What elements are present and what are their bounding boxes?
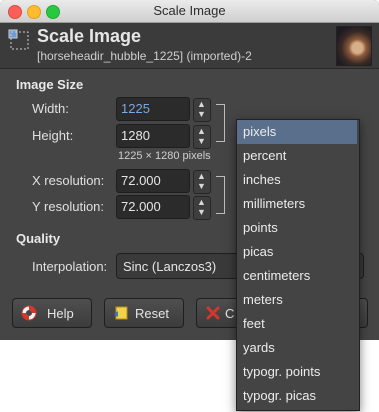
reset-button[interactable]: Reset: [104, 298, 184, 328]
y-resolution-field[interactable]: ▲▼: [116, 195, 211, 220]
up-arrow-icon[interactable]: ▲: [197, 100, 206, 109]
image-size-heading: Image Size: [16, 77, 84, 92]
width-field[interactable]: ▲▼: [116, 97, 211, 122]
image-thumbnail: [336, 26, 372, 66]
chain-link-icon[interactable]: [216, 104, 225, 142]
reset-icon: [114, 306, 128, 320]
interpolation-value: Sinc (Lanczos3): [123, 259, 217, 274]
width-label: Width:: [32, 101, 69, 116]
cancel-icon: [206, 306, 220, 320]
title-bar: Scale Image: [0, 0, 379, 23]
pixel-dimensions: 1225 × 1280 pixels: [118, 150, 211, 162]
height-input[interactable]: [121, 128, 191, 143]
x-resolution-field[interactable]: ▲▼: [116, 169, 211, 194]
unit-option-picas[interactable]: picas: [237, 240, 357, 264]
image-name: [horseheadir_hubble_1225] (imported)-2: [37, 49, 252, 63]
width-stepper[interactable]: ▲ ▼: [193, 98, 211, 122]
unit-option-pixels[interactable]: pixels: [237, 120, 357, 144]
height-label: Height:: [32, 128, 74, 143]
unit-option-millimeters[interactable]: millimeters: [237, 192, 357, 216]
quality-heading: Quality: [16, 231, 61, 246]
down-arrow-icon[interactable]: ▼: [197, 208, 206, 217]
dialog-header: Scale Image [horseheadir_hubble_1225] (i…: [0, 23, 379, 69]
unit-option-meters[interactable]: meters: [237, 288, 357, 312]
up-arrow-icon[interactable]: ▲: [197, 198, 206, 207]
up-arrow-icon[interactable]: ▲: [197, 127, 206, 136]
unit-option-feet[interactable]: feet: [237, 312, 357, 336]
up-arrow-icon[interactable]: ▲: [197, 172, 206, 181]
down-arrow-icon[interactable]: ▼: [197, 110, 206, 119]
dialog-title: Scale Image: [37, 26, 142, 46]
unit-dropdown-menu: pixels percent inches millimeters points…: [236, 119, 360, 411]
height-field[interactable]: ▲▼: [116, 124, 211, 149]
y-resolution-input[interactable]: [121, 199, 191, 214]
cancel-button-label: C: [225, 306, 235, 321]
reset-button-label: Reset: [135, 306, 169, 321]
width-input[interactable]: [121, 101, 191, 116]
unit-option-inches[interactable]: inches: [237, 168, 357, 192]
unit-option-typographic-picas[interactable]: typogr. picas: [237, 384, 357, 408]
unit-option-percent[interactable]: percent: [237, 144, 357, 168]
scale-image-icon: [8, 29, 29, 50]
help-button[interactable]: Help: [12, 298, 92, 328]
unit-option-points[interactable]: points: [237, 216, 357, 240]
window-title: Scale Image: [153, 3, 226, 18]
resolution-chain-icon[interactable]: [216, 176, 225, 214]
unit-option-yards[interactable]: yards: [237, 336, 357, 360]
height-stepper[interactable]: ▲ ▼: [193, 125, 211, 149]
x-resolution-label: X resolution:: [32, 173, 105, 188]
x-resolution-input[interactable]: [121, 173, 191, 188]
x-resolution-stepper[interactable]: ▲ ▼: [193, 170, 211, 194]
lifebuoy-icon: [21, 305, 37, 321]
y-resolution-label: Y resolution:: [32, 199, 105, 214]
down-arrow-icon[interactable]: ▼: [197, 137, 206, 146]
interpolation-label: Interpolation:: [32, 259, 108, 274]
unit-option-centimeters[interactable]: centimeters: [237, 264, 357, 288]
y-resolution-stepper[interactable]: ▲ ▼: [193, 196, 211, 220]
help-button-label: Help: [47, 306, 74, 321]
unit-option-typographic-points[interactable]: typogr. points: [237, 360, 357, 384]
down-arrow-icon[interactable]: ▼: [197, 182, 206, 191]
